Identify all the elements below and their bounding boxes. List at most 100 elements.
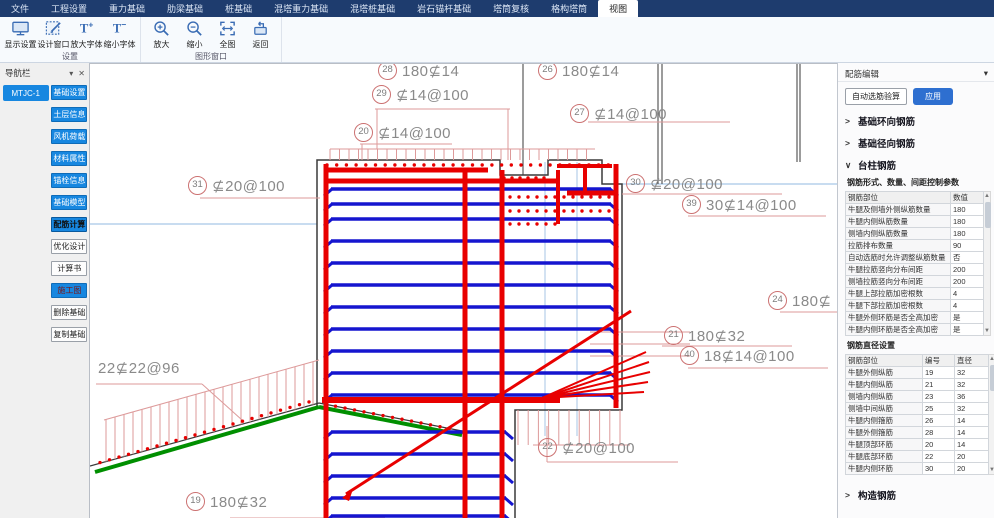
menu-item-11[interactable]: 视图 — [598, 0, 638, 17]
table-row: 牛腿底部环筋2220 — [846, 451, 989, 463]
value-cell[interactable]: 是 — [951, 312, 984, 324]
menu-item-3[interactable]: 重力基础 — [98, 0, 156, 17]
sidebar-item-复制基础[interactable]: 复制基础 — [51, 327, 87, 342]
value-cell[interactable]: 14 — [955, 439, 989, 451]
value-cell[interactable]: 是 — [951, 324, 984, 336]
value-cell[interactable]: 90 — [951, 240, 984, 252]
scroll-down-icon[interactable]: ▼ — [989, 466, 994, 474]
section-基础径向钢筋[interactable]: >基础径向钢筋 — [838, 131, 994, 153]
table-row: 牛腿顶部环筋2014 — [846, 439, 989, 451]
value-cell[interactable]: 19 — [923, 367, 955, 379]
svg-text:−: − — [121, 20, 126, 30]
value-cell[interactable]: 4 — [951, 300, 984, 312]
value-cell[interactable]: 32 — [955, 367, 989, 379]
value-cell[interactable]: 200 — [951, 276, 984, 288]
row-label-cell: 牛腿底部环筋 — [846, 451, 923, 463]
zoom-out-button[interactable]: 缩小 — [178, 18, 211, 50]
drawing-canvas[interactable]: 28180⊈1426180⊈1429⊈14@10027⊈14@10020⊈14@… — [90, 63, 837, 518]
sidebar-item-材料属性[interactable]: 材料属性 — [51, 151, 87, 166]
sidebar-item-基础设置[interactable]: 基础设置 — [51, 85, 87, 100]
sidebar-item-优化设计[interactable]: 优化设计 — [51, 239, 87, 254]
ribbon-group: 放大缩小全图返回图形窗口 — [141, 17, 282, 62]
ribbon-button-label: 缩小字体 — [104, 39, 136, 50]
menu-item-4[interactable]: 肋梁基础 — [156, 0, 214, 17]
chevron-right-icon: > — [845, 116, 853, 126]
full-extent-button[interactable]: 全图 — [211, 18, 244, 50]
menu-item-2[interactable]: 工程设置 — [40, 0, 98, 17]
sidebar-item-施工图[interactable]: 施工图 — [51, 283, 87, 298]
full-extent-icon — [218, 19, 237, 38]
project-tab-button[interactable]: MTJC-1 — [3, 85, 49, 101]
apply-button[interactable]: 应用 — [913, 88, 953, 105]
close-icon[interactable]: ✕ — [78, 69, 85, 78]
scroll-down-icon[interactable]: ▼ — [984, 327, 990, 335]
value-cell[interactable]: 180 — [951, 228, 984, 240]
scroll-thumb[interactable] — [985, 202, 991, 228]
row-label-cell: 侧墙内侧纵筋数量 — [846, 228, 951, 240]
value-cell[interactable]: 25 — [923, 403, 955, 415]
table-row: 牛腿下部拉筋加密根数4 — [846, 300, 984, 312]
value-cell[interactable]: 4 — [951, 288, 984, 300]
font-decrease-button[interactable]: T−缩小字体 — [103, 18, 136, 50]
table-row: 牛腿拉筋竖向分布间距200 — [846, 264, 984, 276]
value-cell[interactable]: 28 — [923, 427, 955, 439]
value-cell[interactable]: 20 — [923, 439, 955, 451]
table-row: 牛腿内侧纵筋2132 — [846, 379, 989, 391]
sidebar-item-土层信息[interactable]: 土层信息 — [51, 107, 87, 122]
value-cell[interactable]: 180 — [951, 216, 984, 228]
value-cell[interactable]: 26 — [923, 415, 955, 427]
menu-item-6[interactable]: 混塔重力基础 — [263, 0, 339, 17]
ribbon-group-label: 设置 — [4, 50, 136, 64]
diameter-table-scrollbar[interactable]: ▲ ▼ — [989, 354, 994, 475]
auto-select-check-button[interactable]: 自动选筋验算 — [845, 88, 907, 105]
value-cell[interactable]: 32 — [955, 379, 989, 391]
menu-item-5[interactable]: 桩基础 — [214, 0, 263, 17]
value-cell[interactable]: 21 — [923, 379, 955, 391]
section-台柱钢筋[interactable]: ∨台柱钢筋 — [838, 153, 994, 175]
row-label-cell: 牛腿外侧箍筋 — [846, 427, 923, 439]
value-cell[interactable]: 22 — [923, 451, 955, 463]
table-row: 牛腿内侧箍筋2614 — [846, 415, 989, 427]
section-construction-rebar[interactable]: > 构造钢筋 — [838, 483, 994, 505]
value-cell[interactable]: 200 — [951, 264, 984, 276]
ribbon-group: 显示设置设计窗口T+放大字体T−缩小字体设置 — [0, 17, 141, 62]
menu-item-10[interactable]: 格构塔筒 — [540, 0, 598, 17]
value-cell[interactable]: 32 — [955, 403, 989, 415]
table-row: 牛腿外侧纵筋1932 — [846, 367, 989, 379]
sidebar-item-基础模型[interactable]: 基础模型 — [51, 195, 87, 210]
value-cell[interactable]: 36 — [955, 391, 989, 403]
menu-item-9[interactable]: 塔筒复核 — [482, 0, 540, 17]
menu-item-7[interactable]: 混塔桩基础 — [339, 0, 406, 17]
design-window-button[interactable]: 设计窗口 — [37, 18, 70, 50]
table-row: 侧墙拉筋竖向分布间距200 — [846, 276, 984, 288]
zoom-in-icon — [152, 19, 171, 38]
value-cell[interactable]: 20 — [955, 463, 989, 475]
value-cell[interactable]: 30 — [923, 463, 955, 475]
scroll-up-icon[interactable]: ▲ — [984, 192, 990, 200]
menu-item-1[interactable]: 文件 — [0, 0, 40, 17]
scroll-thumb[interactable] — [990, 365, 994, 391]
chevron-down-icon[interactable]: ▾ — [69, 69, 73, 78]
menu-item-8[interactable]: 岩石锚杆基础 — [406, 0, 482, 17]
sidebar-item-配筋计算[interactable]: 配筋计算 — [51, 217, 87, 232]
sidebar-item-锚栓信息[interactable]: 锚栓信息 — [51, 173, 87, 188]
section-基础环向钢筋[interactable]: >基础环向钢筋 — [838, 109, 994, 131]
font-increase-button[interactable]: T+放大字体 — [70, 18, 103, 50]
return-button[interactable]: 返回 — [244, 18, 277, 50]
value-cell[interactable]: 20 — [955, 451, 989, 463]
sidebar-item-计算书[interactable]: 计算书 — [51, 261, 87, 276]
scroll-up-icon[interactable]: ▲ — [989, 355, 994, 363]
value-cell[interactable]: 180 — [951, 204, 984, 216]
sidebar-item-风机荷载[interactable]: 风机荷载 — [51, 129, 87, 144]
value-cell[interactable]: 23 — [923, 391, 955, 403]
display-settings-button[interactable]: 显示设置 — [4, 18, 37, 50]
chevron-down-icon[interactable]: ▾ — [984, 68, 988, 79]
value-cell[interactable]: 14 — [955, 415, 989, 427]
sidebar-item-删除基础[interactable]: 删除基础 — [51, 305, 87, 320]
param-table-scrollbar[interactable]: ▲ ▼ — [984, 191, 991, 336]
table-row: 牛腿外侧环筋是否全高加密是 — [846, 312, 984, 324]
zoom-in-button[interactable]: 放大 — [145, 18, 178, 50]
value-cell[interactable]: 14 — [955, 427, 989, 439]
navbar-title: 导航栏 — [5, 67, 31, 79]
value-cell[interactable]: 否 — [951, 252, 984, 264]
